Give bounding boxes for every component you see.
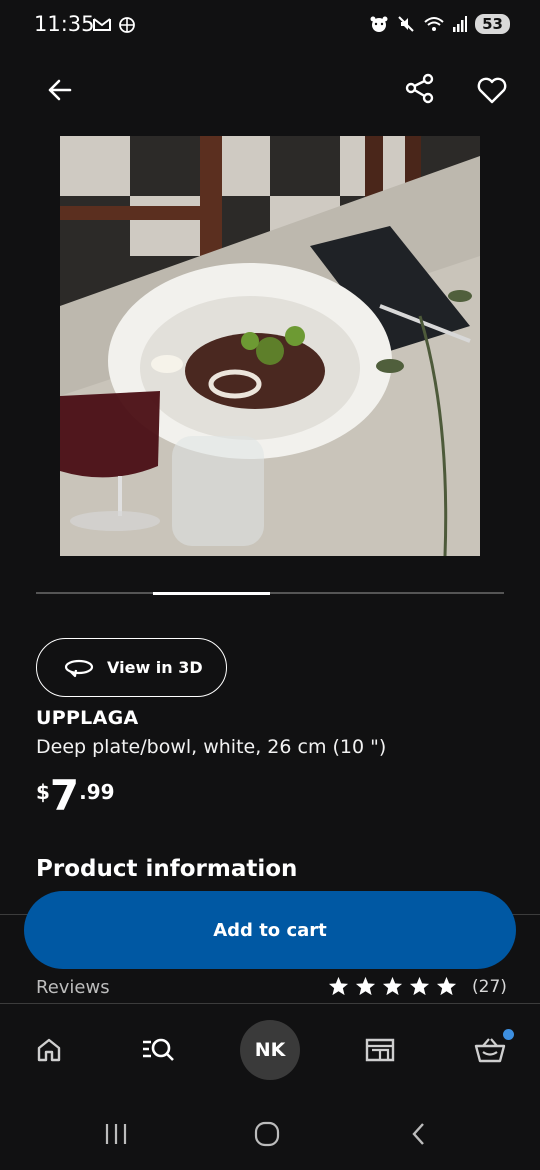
product-information-heading[interactable]: Product information	[36, 856, 297, 882]
gmail-icon	[93, 18, 111, 31]
view-in-3d-button[interactable]: View in 3D	[36, 638, 227, 697]
recent-apps-icon	[105, 1124, 127, 1144]
chevron-left-icon	[412, 1123, 424, 1145]
status-bar: 11:35 53	[0, 0, 540, 54]
star-icon	[436, 976, 457, 996]
nav-cart[interactable]	[472, 1032, 508, 1068]
home-circle-icon	[254, 1121, 280, 1147]
mute-icon	[398, 16, 414, 32]
signal-icon	[453, 16, 468, 32]
system-back-button[interactable]	[401, 1116, 437, 1152]
share-button[interactable]	[402, 70, 438, 106]
home-button[interactable]	[249, 1116, 285, 1152]
status-time: 11:35	[34, 12, 95, 36]
star-icon	[409, 976, 430, 996]
battery-indicator: 53	[475, 14, 510, 34]
share-icon	[405, 73, 434, 104]
nav-stores[interactable]	[362, 1032, 398, 1068]
reviews-label[interactable]: Reviews	[36, 977, 110, 998]
rating-stars[interactable]	[328, 976, 457, 996]
basket-icon	[474, 1038, 506, 1063]
pet-icon	[370, 16, 388, 32]
product-image[interactable]	[60, 136, 480, 556]
price-currency: $	[36, 780, 50, 804]
favorite-button[interactable]	[474, 72, 510, 108]
store-icon	[365, 1038, 395, 1062]
product-description: Deep plate/bowl, white, 26 cm (10 ")	[36, 736, 387, 758]
product-photo	[60, 136, 480, 556]
price-decimal: .99	[79, 780, 115, 804]
pinwheel-icon	[119, 17, 135, 33]
nav-search[interactable]	[141, 1032, 177, 1068]
star-icon	[328, 976, 349, 996]
wifi-icon	[424, 17, 444, 31]
search-list-icon	[143, 1038, 174, 1061]
rotate-3d-icon	[64, 659, 94, 677]
product-price: $ 7 .99	[36, 774, 115, 818]
avatar[interactable]: NK	[240, 1020, 300, 1080]
divider	[0, 1003, 540, 1004]
home-icon	[37, 1038, 61, 1062]
back-button[interactable]	[42, 72, 78, 108]
product-name: UPPLAGA	[36, 707, 139, 729]
price-integer: 7	[49, 771, 80, 820]
nav-home[interactable]	[31, 1032, 67, 1068]
star-icon	[382, 976, 403, 996]
cart-notification-dot	[503, 1029, 514, 1040]
star-icon	[355, 976, 376, 996]
carousel-active-segment	[153, 591, 270, 595]
add-to-cart-button[interactable]: Add to cart	[24, 891, 516, 969]
view-in-3d-label: View in 3D	[107, 658, 203, 677]
reviews-count[interactable]: (27)	[472, 977, 507, 997]
image-carousel-indicator	[36, 591, 504, 595]
arrow-left-icon	[48, 79, 72, 101]
heart-icon	[477, 77, 507, 104]
recent-apps-button[interactable]	[98, 1116, 134, 1152]
